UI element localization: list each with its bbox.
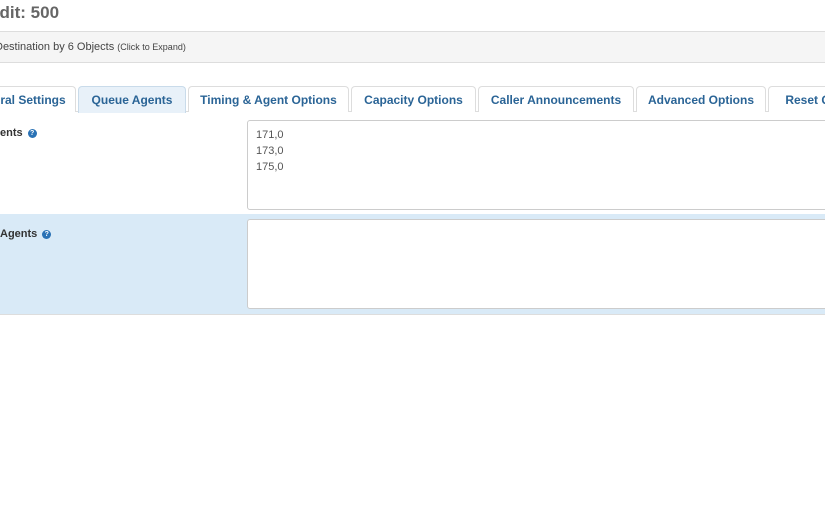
tab-general-settings[interactable]: ral Settings [0,86,76,112]
expand-hint: (Click to Expand) [117,42,186,52]
agent-line: 173,0 [256,145,284,157]
dynamic-agents-label: Agents? [0,228,52,240]
destination-expand-bar[interactable]: Destination by 6 Objects (Click to Expan… [0,31,825,63]
static-agents-row: ents? 171,0 173,0 175,0 [0,113,825,214]
static-agents-label-text: ents [0,127,23,139]
dynamic-agents-textarea[interactable] [247,219,825,309]
page-title: s Edit: 500 [0,3,60,22]
dynamic-agents-label-text: Agents [0,228,38,240]
dynamic-agents-row: Agents? [0,214,825,315]
tab-timing-agent-options[interactable]: Timing & Agent Options [188,86,349,112]
static-agents-label: ents? [0,127,37,139]
static-agents-textarea[interactable]: 171,0 173,0 175,0 [247,120,825,210]
help-icon[interactable]: ? [42,230,52,239]
agent-line: 175,0 [256,161,284,173]
tab-queue-agents[interactable]: Queue Agents [78,86,186,113]
tab-capacity-options[interactable]: Capacity Options [351,86,476,112]
tab-caller-announcements[interactable]: Caller Announcements [478,86,634,112]
destination-text: Destination by 6 Objects (Click to Expan… [0,41,186,53]
destination-label: Destination by 6 Objects [0,41,115,53]
agent-line: 171,0 [256,129,284,141]
tab-reset-queue[interactable]: Reset Q [768,86,825,112]
tab-advanced-options[interactable]: Advanced Options [636,86,766,112]
help-icon[interactable]: ? [27,129,37,138]
tab-bar: ral Settings Queue Agents Timing & Agent… [0,86,825,113]
